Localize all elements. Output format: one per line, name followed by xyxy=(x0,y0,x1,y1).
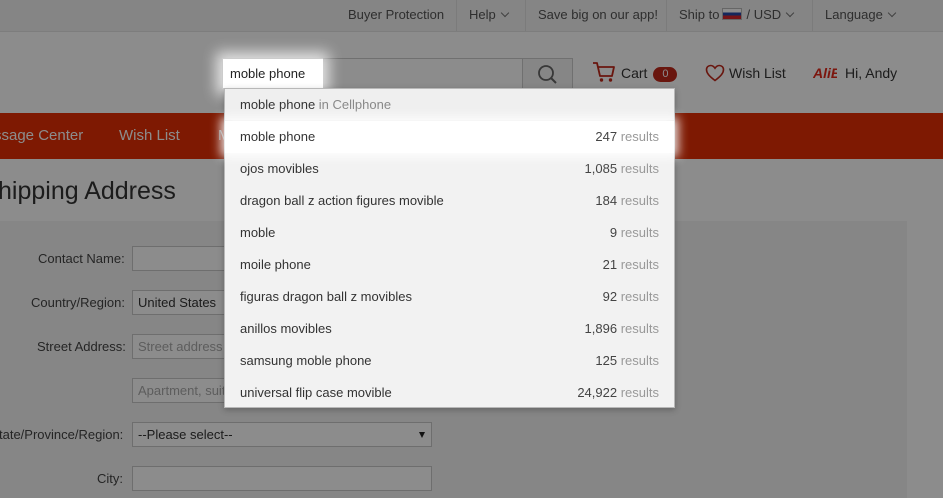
nav-item-wish-list[interactable]: Wish List xyxy=(119,113,180,158)
buyer-protection-link[interactable]: Buyer Protection xyxy=(336,0,456,31)
suggestion-count-unit: results xyxy=(620,353,659,368)
contact-name-label: Contact Name: xyxy=(38,251,125,266)
ship-to-menu[interactable]: Ship to / USD xyxy=(666,0,805,31)
dropdown-arrow-icon xyxy=(419,432,425,438)
currency-label: USD xyxy=(753,7,782,22)
nav-item-message-center[interactable]: ssage Center xyxy=(0,113,83,158)
suggestion-count: 247 results xyxy=(595,121,659,152)
suggestion-category-hint[interactable]: moble phone in Cellphone xyxy=(225,89,674,121)
chevron-down-icon xyxy=(785,8,795,18)
city-field[interactable] xyxy=(132,466,432,491)
city-label: City: xyxy=(97,471,123,486)
suggestion-count-value: 9 xyxy=(609,225,618,240)
chevron-down-icon xyxy=(500,8,509,18)
suggestion-term: moble phone xyxy=(240,129,316,144)
app-promo-link[interactable]: Save big on our app! xyxy=(525,0,670,31)
language-label: Language xyxy=(825,7,883,22)
suggestion-count: 1,085 results xyxy=(585,153,659,184)
state-label: tate/Province/Region: xyxy=(0,427,124,442)
suggestion-count-unit: results xyxy=(620,289,659,304)
help-menu[interactable]: Help xyxy=(456,0,520,31)
cart-count-badge: 0 xyxy=(653,67,678,82)
app-promo-label: Save big on our app! xyxy=(538,7,658,22)
suggestion-count: 125 results xyxy=(595,345,659,376)
suggestion-term: dragon ball z action figures movible xyxy=(240,193,444,208)
suggestion-item[interactable]: dragon ball z action figures movible 184 … xyxy=(225,185,674,217)
suggestion-term: moble xyxy=(240,225,276,240)
suggestion-count-unit: results xyxy=(620,193,659,208)
search-input-highlight[interactable]: moble phone xyxy=(222,58,323,89)
language-menu[interactable]: Language xyxy=(812,0,907,31)
suggestion-count-value: 247 xyxy=(595,129,618,144)
suggestion-count-unit: results xyxy=(620,225,659,240)
suggestion-count: 184 results xyxy=(595,185,659,216)
suggestion-item[interactable]: ojos movibles 1,085 results xyxy=(225,153,674,185)
ship-to-label: Ship to xyxy=(679,7,720,22)
suggestion-count-value: 125 xyxy=(595,353,618,368)
suggestion-connector: in xyxy=(315,97,333,112)
state-value: --Please select-- xyxy=(138,427,233,442)
suggestion-count-unit: results xyxy=(620,129,659,144)
suggestion-item[interactable]: anillos movibles 1,896 results xyxy=(225,313,674,345)
search-suggestions-dropdown: moble phone in Cellphone moble phone 247 … xyxy=(224,88,675,408)
cart-link[interactable]: Cart 0 xyxy=(592,60,678,86)
help-label: Help xyxy=(469,7,496,22)
suggestion-count-value: 184 xyxy=(595,193,618,208)
suggestion-count-value: 1,896 xyxy=(584,321,618,336)
suggestion-count: 24,922 results xyxy=(577,377,659,408)
chevron-down-icon xyxy=(887,8,897,18)
suggestion-count-value: 92 xyxy=(602,289,618,304)
suggestion-count-unit: results xyxy=(620,257,659,272)
ali-logo[interactable]: AliExpress xyxy=(813,63,837,83)
heart-icon xyxy=(705,64,725,82)
suggestion-term: universal flip case movible xyxy=(240,385,392,400)
suggestion-count-value: 24,922 xyxy=(577,385,618,400)
country-label: Country/Region: xyxy=(31,295,125,310)
wishlist-link[interactable]: Wish List xyxy=(705,60,786,86)
user-greeting[interactable]: Hi, Andy xyxy=(845,65,897,81)
state-select[interactable]: --Please select-- xyxy=(132,422,432,447)
suggestion-item[interactable]: figuras dragon ball z movibles 92 results xyxy=(225,281,674,313)
cart-icon xyxy=(593,62,615,82)
street-address-label: Street Address: xyxy=(37,339,126,354)
cart-label: Cart xyxy=(621,65,648,81)
suggestion-item[interactable]: samsung moble phone 125 results xyxy=(225,345,674,377)
suggestion-count-value: 1,085 xyxy=(584,161,618,176)
suggestion-category: Cellphone xyxy=(332,97,392,112)
suggestion-count: 9 results xyxy=(610,217,659,248)
suggestion-item[interactable]: moble 9 results xyxy=(225,217,674,249)
suggestion-term: moble phone xyxy=(240,97,316,112)
suggestion-item[interactable]: moble phone 247 results xyxy=(225,121,674,153)
suggestion-count: 1,896 results xyxy=(585,313,659,344)
suggestion-count-unit: results xyxy=(620,161,659,176)
suggestion-item[interactable]: universal flip case movible 24,922 result… xyxy=(225,377,674,409)
top-bar: Buyer Protection Help Save big on our ap… xyxy=(0,0,943,32)
suggestion-count-unit: results xyxy=(620,385,659,400)
suggestion-item[interactable]: moile phone 21 results xyxy=(225,249,674,281)
search-button[interactable] xyxy=(522,58,573,89)
buyer-protection-label: Buyer Protection xyxy=(348,7,445,22)
suggestion-term: figuras dragon ball z movibles xyxy=(240,289,412,304)
suggestion-count: 92 results xyxy=(603,281,659,312)
page-title: hipping Address xyxy=(0,177,176,205)
flag-icon xyxy=(722,8,743,20)
country-value: United States xyxy=(138,295,217,310)
suggestion-term: moile phone xyxy=(240,257,311,272)
search-icon xyxy=(538,65,557,84)
suggestion-count-unit: results xyxy=(620,321,659,336)
suggestion-term: samsung moble phone xyxy=(240,353,372,368)
suggestion-term: anillos movibles xyxy=(240,321,332,336)
currency-separator: / xyxy=(746,7,751,22)
suggestion-term: ojos movibles xyxy=(240,161,319,176)
wishlist-label: Wish List xyxy=(729,65,786,81)
suggestion-count-value: 21 xyxy=(602,257,618,272)
suggestion-count: 21 results xyxy=(603,249,659,280)
